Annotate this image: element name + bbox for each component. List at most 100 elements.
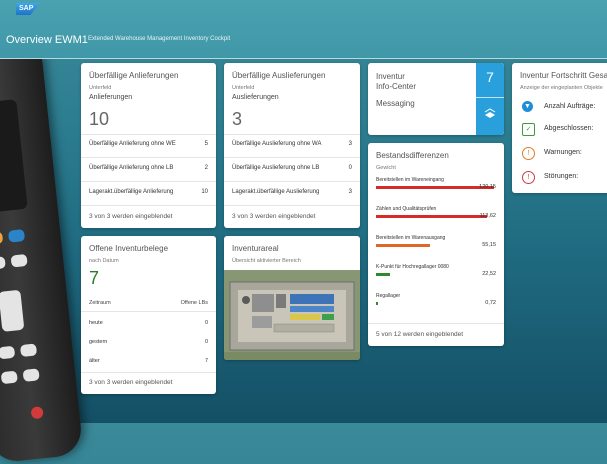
row-label: Überfällige Auslieferung ohne LB [232, 165, 320, 171]
card-title: Offene Inventurbelege [89, 244, 169, 253]
list-item[interactable]: Überfällige Auslieferung ohne WA 3 [224, 135, 360, 155]
divider [476, 97, 504, 98]
card-subtitle: nach Datum [89, 258, 119, 264]
scanner-key [0, 345, 16, 360]
scanner-key [19, 343, 38, 358]
list-item[interactable]: Lagerakt.überfällige Anlieferung 10 [81, 183, 216, 203]
open-inventory-docs-card[interactable]: Offene Inventurbelege nach Datum 7 Zeitr… [81, 236, 216, 394]
card-title: Überfällige Anlieferungen [89, 71, 179, 80]
sap-logo: SAP [16, 3, 40, 15]
row-value: 22,52 [482, 271, 496, 277]
scanner-key [0, 289, 25, 332]
scanner-key [0, 231, 4, 245]
column-header-open: Offene LBs [180, 300, 208, 306]
column-header-period: Zeitraum [89, 300, 111, 306]
error-icon: ! [522, 171, 535, 184]
scanner-key [0, 256, 6, 270]
overdue-inbound-card[interactable]: Überfällige Anlieferungen Unterfeld Anli… [81, 63, 216, 228]
progress-item-warnings[interactable]: ! Warnungen: [520, 145, 607, 165]
row-label: Überfällige Anlieferung ohne LB [89, 165, 174, 171]
inventory-progress-card[interactable]: Inventur Fortschritt Gesa Anzeige der ei… [512, 63, 607, 193]
row-label: Lagerakt.überfällige Auslieferung [232, 189, 320, 195]
card-subtitle: Anzeige der eingeplanten Objekte [520, 85, 603, 91]
divider [224, 205, 360, 206]
bar-fill [376, 273, 391, 276]
tile-title-line2: Info-Center [376, 82, 417, 91]
page-subtitle: Extended Warehouse Management Inventory … [88, 36, 231, 42]
card-title: Überfällige Auslieferungen [232, 71, 326, 80]
inventory-info-center-tile[interactable]: Inventur Info-Center Messaging 7 [368, 63, 504, 135]
warehouse-map-image[interactable] [224, 270, 360, 360]
row-value: 7 [204, 358, 208, 364]
divider [224, 157, 360, 158]
info-center-count-tile[interactable]: 7 [476, 63, 504, 135]
row-label: gestern [89, 339, 108, 345]
progress-label: Abgeschlossen: [544, 125, 594, 132]
row-label: Regallager [376, 293, 401, 299]
shell-header: SAP Overview EWM1 Extended Warehouse Man… [0, 0, 607, 59]
card-subtitle: Unterfeld [232, 85, 255, 91]
handheld-scanner-image [0, 36, 84, 464]
divider [81, 311, 216, 312]
progress-item-errors[interactable]: ! Störungen: [520, 169, 607, 189]
card-subtitle: Gewicht [376, 165, 396, 171]
tile-title-line1: Inventur [376, 72, 405, 81]
row-label: Bereitstellen im Warenausgang [376, 235, 446, 241]
list-item[interactable]: Überfällige Auslieferung ohne LB 0 [224, 159, 360, 179]
row-value: 0,72 [485, 300, 496, 306]
messaging-icon [484, 107, 496, 119]
table-row[interactable]: älter 7 [81, 352, 216, 372]
messaging-label: Messaging [376, 99, 415, 108]
overdue-outbound-card[interactable]: Überfällige Auslieferungen Unterfeld Aus… [224, 63, 360, 228]
row-label: Überfällige Anlieferung ohne WE [89, 141, 176, 147]
row-value: 113,62 [479, 213, 496, 219]
stock-differences-card[interactable]: Bestandsdifferenzen Gewicht Bereitstelle… [368, 143, 504, 346]
divider [81, 157, 216, 158]
list-item[interactable]: Lagerakt.überfällige Auslieferung 3 [224, 183, 360, 203]
row-label: Lagerakt.überfällige Anlieferung [89, 189, 174, 195]
progress-item-orders[interactable]: ▼ Anzahl Aufträge: [520, 99, 607, 119]
row-value: 10 [201, 189, 208, 195]
divider [224, 181, 360, 182]
card-title: Inventurareal [232, 244, 279, 253]
kpi-value: 7 [89, 268, 100, 288]
list-item[interactable]: Überfällige Anlieferung ohne LB 2 [81, 159, 216, 179]
check-icon: ✓ [522, 123, 535, 136]
card-label: Auslieferungen [232, 94, 279, 101]
card-footer: 3 von 3 werden eingeblendet [232, 213, 316, 220]
scanner-key [7, 229, 26, 243]
row-label: Überfällige Auslieferung ohne WA [232, 141, 322, 147]
scanner-key [22, 368, 40, 382]
progress-item-completed[interactable]: ✓ Abgeschlossen: [520, 121, 607, 141]
row-value: 2 [204, 165, 208, 171]
scanner-key [10, 253, 28, 268]
divider [81, 372, 216, 373]
page-title: Overview EWM1 [6, 34, 88, 46]
row-value: 0 [348, 165, 352, 171]
card-title: Inventur Fortschritt Gesa [520, 71, 607, 80]
row-label: älter [89, 358, 100, 364]
card-footer: 3 von 3 werden eingeblendet [89, 379, 173, 386]
progress-label: Anzahl Aufträge: [544, 103, 596, 110]
divider [81, 181, 216, 182]
card-footer: 3 von 3 werden eingeblendet [89, 213, 173, 220]
card-footer: 5 von 12 werden eingeblendet [376, 331, 464, 338]
list-item[interactable]: Überfällige Anlieferung ohne WE 5 [81, 135, 216, 155]
scanner-key [0, 370, 18, 385]
row-value: 3 [348, 141, 352, 147]
table-row[interactable]: gestern 0 [81, 333, 216, 353]
row-value: 0 [204, 339, 208, 345]
table-row[interactable]: heute 0 [81, 314, 216, 334]
card-title: Bestandsdifferenzen [376, 151, 449, 160]
kpi-value: 3 [232, 109, 243, 129]
scanner-red-key [30, 406, 44, 420]
row-value: 0 [204, 320, 208, 326]
funnel-icon: ▼ [522, 101, 533, 112]
progress-label: Warnungen: [544, 149, 582, 156]
warning-icon: ! [522, 147, 535, 160]
inventory-area-card[interactable]: Inventurareal Übersicht aktivierter Bere… [224, 236, 360, 360]
scanner-screen [0, 99, 28, 214]
row-label: Zählen und Qualitätsprüfen [376, 206, 437, 212]
bar-fill [376, 244, 431, 247]
bar-fill [376, 186, 494, 189]
